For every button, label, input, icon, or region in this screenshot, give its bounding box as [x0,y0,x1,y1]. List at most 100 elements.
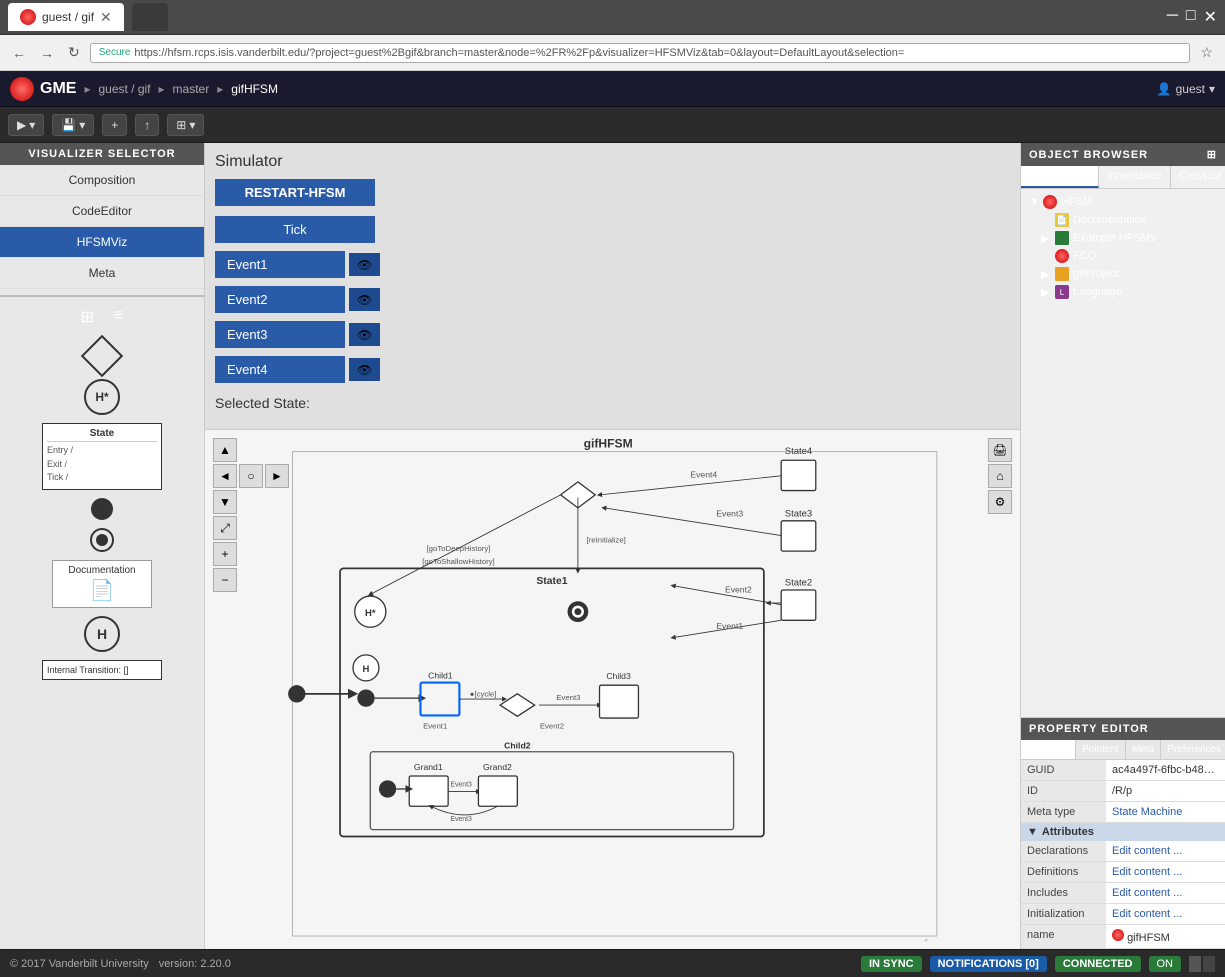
toggle-switch-1[interactable] [1189,956,1201,972]
new-tab-button[interactable] [132,3,168,31]
ob-expand-lang[interactable]: ▶ [1041,286,1051,299]
definitions-value[interactable]: Edit content ... [1106,862,1225,882]
add-button[interactable]: + [102,114,127,136]
maximize-window-button[interactable]: □ [1186,7,1196,27]
nav-left-button[interactable]: ◄ [213,464,237,488]
child3-box [600,685,639,718]
address-bar[interactable]: Secure https://hfsm.rcps.isis.vanderbilt… [90,43,1191,63]
up-button[interactable]: ↑ [135,114,159,136]
child2-label: Child2 [504,740,531,750]
event2-button[interactable]: Event2 [215,286,345,313]
settings-button[interactable]: ⚙ [988,490,1012,514]
back-button[interactable]: ← [8,43,30,63]
visualizer-item-codeeditor[interactable]: CodeEditor [0,196,204,227]
palette-state-node[interactable]: State Entry / Exit / Tick / [42,423,162,490]
ob-item-example-hfsms[interactable]: ▶ Example HFSMs [1025,229,1221,247]
palette-documentation-node[interactable]: Documentation 📄 [52,560,152,608]
nav-right-button[interactable]: ► [265,464,289,488]
zoom-in-button[interactable]: + [213,542,237,566]
ob-item-language[interactable]: ▶ L Language [1025,283,1221,301]
palette-decision-node[interactable] [87,341,117,371]
hfsm-diagram[interactable]: gifHFSM State4 State3 State2 Event4 [205,430,1020,949]
forward-button[interactable]: → [36,43,58,63]
visualizer-item-composition[interactable]: Composition [0,165,204,196]
event1-button[interactable]: Event1 [215,251,345,278]
url-text: https://hfsm.rcps.isis.vanderbilt.edu/?p… [134,47,1181,59]
breadcrumb-project[interactable]: guest / gif [98,82,150,96]
status-right: IN SYNC NOTIFICATIONS [0] CONNECTED ON [861,956,1215,972]
declarations-value[interactable]: Edit content ... [1106,841,1225,861]
ob-tab-composition[interactable]: Composition [1021,166,1099,188]
prop-tab-preferences[interactable]: Preferences [1161,740,1225,759]
ob-expand-examples[interactable]: ▶ [1041,232,1051,245]
palette-internal-transition[interactable]: Internal Transition: [] [42,660,162,680]
breadcrumb-branch[interactable]: master [173,82,210,96]
prop-tab-meta[interactable]: Meta [1126,740,1161,759]
nav-down-button[interactable]: ▼ [213,490,237,514]
layout-button[interactable]: ⊞ ▾ [167,114,204,136]
palette-history-deep-node[interactable]: H* [84,379,120,415]
event3-return-arrow [431,806,498,815]
ob-item-hfsm[interactable]: ▼ HFSM [1025,193,1221,211]
list-view-toggle[interactable]: ≡ [114,307,123,327]
property-editor-header: PROPERTY EDITOR [1021,718,1225,740]
ob-item-gif-project[interactable]: ▶ gifProject [1025,265,1221,283]
prop-tab-attributes[interactable]: Attributes [1021,740,1076,759]
initialization-value[interactable]: Edit content ... [1106,904,1225,924]
ob-expand-hfsm[interactable]: ▼ [1029,196,1039,208]
event4-eye-button[interactable] [349,358,380,381]
user-menu[interactable]: 👤 guest ▾ [1157,82,1215,96]
ob-expand-gif[interactable]: ▶ [1041,268,1051,281]
ob-item-fco[interactable]: FCO [1025,247,1221,265]
grid-view-toggle[interactable]: ⊞ [81,307,94,327]
notifications-badge[interactable]: NOTIFICATIONS [0] [930,956,1047,972]
event4-button[interactable]: Event4 [215,356,345,383]
event3-eye-button[interactable] [349,323,380,346]
ob-tab-crosscut[interactable]: Crosscut [1171,166,1225,188]
initialization-key: Initialization [1021,904,1106,924]
visualizer-item-hfsmviz[interactable]: HFSMViz [0,227,204,258]
ob-item-documentation[interactable]: 📄 Documentation [1025,211,1221,229]
minimize-window-button[interactable]: ─ [1167,7,1178,27]
zoom-out-button[interactable]: − [213,568,237,592]
nav-up-button[interactable]: ▲ [213,438,237,462]
toggle-switch-2[interactable] [1203,956,1215,972]
fco-icon [1055,249,1069,263]
right-sidebar: OBJECT BROWSER ⊞ Composition Inheritance… [1020,143,1225,949]
tick-button[interactable]: Tick [215,216,375,243]
restart-hfsm-button[interactable]: RESTART-HFSM [215,179,375,206]
palette-area: H* State Entry / Exit / Tick / [0,331,204,949]
palette-history-shallow-node[interactable]: H [84,616,120,652]
event1-eye-button[interactable] [349,253,380,276]
palette-final-state[interactable] [90,528,114,552]
filter-icon[interactable]: ⊞ [1207,148,1217,161]
save-button[interactable]: 💾 ▾ [52,114,94,136]
visualizer-item-meta[interactable]: Meta [0,258,204,289]
breadcrumb-node[interactable]: gifHFSM [231,82,278,96]
includes-value[interactable]: Edit content ... [1106,883,1225,903]
in-sync-badge[interactable]: IN SYNC [861,956,922,972]
save-icon: 💾 [61,118,76,132]
browser-tab[interactable]: guest / gif ✕ [8,3,124,31]
play-button[interactable]: ▶ ▾ [8,114,44,136]
canvas-area[interactable]: 🖨 ⌂ ⚙ ▲ ◄ ○ ► ▼ ⤢ + − gifHFSM [205,430,1020,949]
tab-close-button[interactable]: ✕ [100,9,112,26]
print-button[interactable]: 🖨 [988,438,1012,462]
attributes-section-header[interactable]: ▼ Attributes [1021,823,1225,841]
home-button[interactable]: ⌂ [988,464,1012,488]
bookmark-button[interactable]: ☆ [1196,42,1217,63]
event3-button[interactable]: Event3 [215,321,345,348]
close-window-button[interactable]: ✕ [1204,7,1217,27]
prop-tab-pointers[interactable]: Pointers [1076,740,1126,759]
ob-tab-inheritance[interactable]: Inheritance [1099,166,1170,188]
meta-type-value[interactable]: State Machine [1106,802,1225,822]
eye3-icon [357,327,372,342]
event2-eye-button[interactable] [349,288,380,311]
palette-initial-state[interactable] [91,498,113,520]
refresh-button[interactable]: ↻ [64,42,84,63]
cycle-label: ●[cycle] [470,689,497,698]
state3-box [781,521,816,551]
toggle-on-badge[interactable]: ON [1149,956,1182,972]
fit-screen-button[interactable]: ⤢ [213,516,237,540]
nav-center-button[interactable]: ○ [239,464,263,488]
